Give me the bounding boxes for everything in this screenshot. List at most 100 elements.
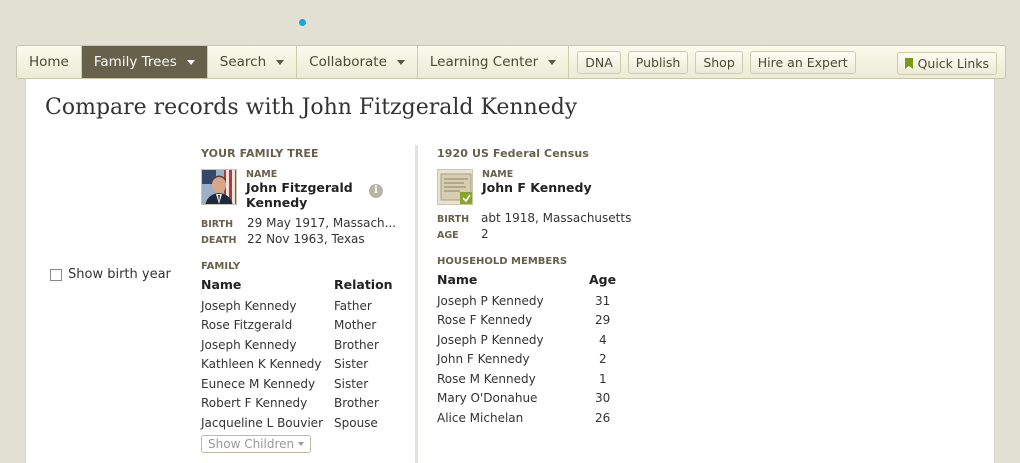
member-name[interactable]: Robert F Kennedy xyxy=(201,394,334,414)
member-relation: Father xyxy=(334,298,372,313)
nav-search-label: Search xyxy=(219,54,267,70)
member-name[interactable]: Rose Fitzgerald xyxy=(201,316,334,336)
member-relation: Sister xyxy=(334,357,369,372)
family-table: Name Relation Joseph Kennedy Father Rose … xyxy=(201,275,393,433)
nav-collaborate[interactable]: Collaborate xyxy=(297,46,418,78)
member-age: 4 xyxy=(599,332,607,347)
table-row: Robert F Kennedy Brother xyxy=(201,394,393,414)
member-name[interactable]: Eunece M Kennedy xyxy=(201,374,334,394)
loading-dot xyxy=(299,19,306,26)
table-row: Joseph P Kennedy 31 xyxy=(437,291,616,311)
hire-expert-button[interactable]: Hire an Expert xyxy=(749,50,856,74)
bookmark-icon xyxy=(904,58,913,69)
info-icon[interactable]: i xyxy=(369,184,383,198)
chevron-down-icon xyxy=(298,441,305,446)
shop-button[interactable]: Shop xyxy=(695,50,743,74)
census-record-header: NAME John F Kennedy xyxy=(437,169,677,205)
tree-record: YOUR FAMILY TREE NAME John Fitzgerald Ke… xyxy=(201,147,411,453)
birth-fact: BIRTH 29 May 1917, Massach... xyxy=(201,216,411,230)
quick-links-label: Quick Links xyxy=(917,56,989,71)
table-row: Alice Michelan 26 xyxy=(437,408,616,428)
birth-value: 29 May 1917, Massach... xyxy=(247,216,397,230)
show-birth-year-checkbox[interactable] xyxy=(50,268,62,281)
member-name: Alice Michelan xyxy=(437,410,524,425)
member-name: Mary O'Donahue xyxy=(437,391,538,406)
compare-panel: Compare records with John Fitzgerald Ken… xyxy=(25,79,995,463)
nav-collaborate-label: Collaborate xyxy=(309,54,387,70)
table-row: Mary O'Donahue 30 xyxy=(437,389,616,409)
chevron-down-icon xyxy=(186,59,195,65)
member-name: Rose M Kennedy xyxy=(437,371,536,386)
member-name: Joseph P Kennedy xyxy=(437,332,544,347)
birth-label: BIRTH xyxy=(437,214,470,225)
birth-label: BIRTH xyxy=(201,219,234,230)
member-name[interactable]: Joseph Kennedy xyxy=(201,296,334,316)
member-age: 26 xyxy=(595,410,611,425)
member-name: John F Kennedy xyxy=(437,352,530,367)
table-row: Rose M Kennedy 1 xyxy=(437,369,616,389)
death-value: 22 Nov 1963, Texas xyxy=(247,232,365,246)
quick-links-button[interactable]: Quick Links xyxy=(896,52,997,75)
tree-name-block: NAME John Fitzgerald Kennedy xyxy=(246,169,356,210)
chevron-down-icon xyxy=(276,59,285,65)
household-heading: HOUSEHOLD MEMBERS xyxy=(437,256,568,267)
table-row: Rose F Kennedy 29 xyxy=(437,311,616,331)
death-label: DEATH xyxy=(201,235,237,246)
tree-heading: YOUR FAMILY TREE xyxy=(201,147,319,160)
census-heading[interactable]: 1920 US Federal Census xyxy=(437,147,677,160)
member-relation: Mother xyxy=(334,318,377,333)
census-birth-value: abt 1918, Massachusetts xyxy=(481,211,632,225)
name-label: NAME xyxy=(482,169,514,180)
person-name[interactable]: John Fitzgerald Kennedy xyxy=(246,180,356,210)
census-document-thumbnail[interactable] xyxy=(437,169,473,205)
census-birth-fact: BIRTH abt 1918, Massachusetts xyxy=(437,211,677,225)
name-label: NAME xyxy=(246,169,278,180)
household-table: Name Age Joseph P Kennedy 31 Rose F Kenne… xyxy=(437,270,616,428)
show-birth-year-option[interactable]: Show birth year xyxy=(50,267,171,282)
show-children-button[interactable]: Show Children xyxy=(201,434,312,453)
household-table-header: Name Age xyxy=(437,270,616,291)
member-age: 2 xyxy=(599,352,607,367)
census-record: 1920 US Federal Census NAME John F Kenne… xyxy=(437,147,677,428)
nav-family-trees[interactable]: Family Trees xyxy=(81,46,208,78)
member-relation: Spouse xyxy=(334,415,378,430)
col-age: Age xyxy=(589,272,617,287)
chevron-down-icon xyxy=(396,59,405,65)
table-row: Jacqueline L Bouvier Spouse xyxy=(201,413,393,433)
person-photo[interactable] xyxy=(201,169,237,205)
member-relation: Brother xyxy=(334,396,379,411)
member-age: 29 xyxy=(595,313,611,328)
dna-button[interactable]: DNA xyxy=(577,50,621,74)
table-row: Eunece M Kennedy Sister xyxy=(201,374,393,394)
member-name: Joseph P Kennedy xyxy=(437,293,544,308)
nav-family-trees-label: Family Trees xyxy=(93,54,177,70)
census-age-value: 2 xyxy=(481,227,489,241)
member-age: 30 xyxy=(595,391,611,406)
col-name: Name xyxy=(201,277,242,292)
col-name: Name xyxy=(437,272,478,287)
member-name[interactable]: Kathleen K Kennedy xyxy=(201,355,334,375)
column-divider xyxy=(415,145,418,463)
show-children-label: Show Children xyxy=(208,436,295,451)
publish-button[interactable]: Publish xyxy=(627,50,689,74)
table-row: Kathleen K Kennedy Sister xyxy=(201,355,393,375)
chevron-down-icon xyxy=(548,59,557,65)
member-name[interactable]: Jacqueline L Bouvier xyxy=(201,413,334,433)
census-person-name: John F Kennedy xyxy=(482,180,592,195)
table-row: Joseph Kennedy Father xyxy=(201,296,393,316)
census-age-fact: AGE 2 xyxy=(437,227,677,241)
member-name[interactable]: Joseph Kennedy xyxy=(201,335,334,355)
table-row: Joseph P Kennedy 4 xyxy=(437,330,616,350)
family-heading: FAMILY xyxy=(201,261,241,272)
death-fact: DEATH 22 Nov 1963, Texas xyxy=(201,232,411,246)
nav-learning-center[interactable]: Learning Center xyxy=(418,46,570,78)
nav-home[interactable]: Home xyxy=(17,46,82,78)
family-table-header: Name Relation xyxy=(201,275,393,296)
nav-search[interactable]: Search xyxy=(208,46,298,78)
member-age: 1 xyxy=(599,371,607,386)
col-relation: Relation xyxy=(334,277,393,292)
show-birth-year-label: Show birth year xyxy=(68,267,171,282)
nav-home-label: Home xyxy=(29,54,69,70)
age-label: AGE xyxy=(437,230,459,241)
member-relation: Sister xyxy=(334,376,369,391)
